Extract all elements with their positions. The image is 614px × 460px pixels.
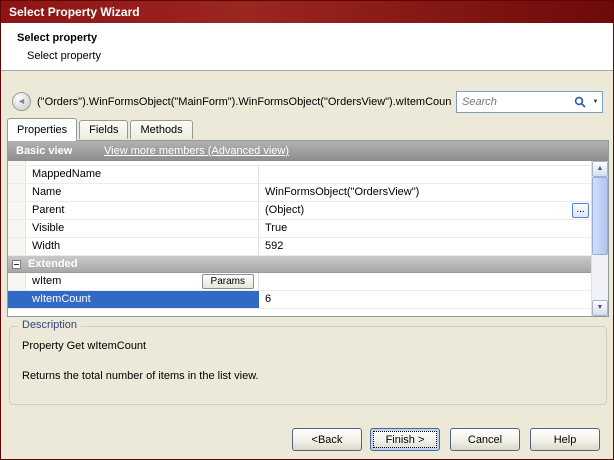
tab-properties-label: Properties — [17, 124, 67, 136]
member-tabs: Properties Fields Methods — [7, 118, 193, 141]
group-row-extended[interactable]: Extended — [8, 256, 591, 273]
row-gutter — [8, 238, 26, 255]
page-title: Select property — [17, 32, 97, 44]
group-label: Extended — [28, 258, 78, 270]
parent-value-text: (Object) — [265, 204, 304, 216]
scroll-up-icon[interactable]: ▲ — [592, 161, 608, 177]
search-dropdown-icon[interactable]: ▼ — [589, 92, 602, 112]
row-gutter — [8, 184, 26, 201]
property-name: Name — [26, 184, 259, 201]
property-value: WinFormsObject("OrdersView") — [259, 184, 591, 201]
vertical-scrollbar[interactable]: ▲ ▼ — [591, 161, 608, 316]
description-legend: Description — [18, 319, 81, 331]
search-input[interactable] — [457, 96, 571, 108]
back-arrow-icon[interactable]: ◄ — [12, 92, 31, 111]
property-name: Visible — [26, 220, 259, 237]
description-text: Returns the total number of items in the… — [22, 370, 259, 382]
help-button[interactable]: Help — [530, 428, 600, 451]
row-gutter — [8, 161, 26, 165]
property-value: 592 — [259, 238, 591, 255]
tab-properties[interactable]: Properties — [7, 118, 77, 141]
row-gutter — [8, 166, 26, 183]
cancel-button[interactable]: Cancel — [450, 428, 520, 451]
ellipsis-button[interactable]: ... — [572, 203, 589, 218]
property-name: wItemCount — [26, 291, 259, 308]
search-icon[interactable] — [571, 92, 589, 112]
row-gutter — [8, 273, 26, 290]
property-name: Width — [26, 238, 259, 255]
row-gutter — [8, 220, 26, 237]
collapse-icon[interactable] — [12, 260, 21, 269]
back-arrow-glyph: ◄ — [17, 96, 26, 106]
table-row-visible[interactable]: Visible True — [8, 220, 591, 238]
table-row-mappedname[interactable]: MappedName — [8, 166, 591, 184]
witem-name-text: wItem — [32, 275, 61, 287]
property-value[interactable]: 6 — [259, 291, 591, 308]
view-mode-label: Basic view — [16, 141, 72, 161]
members-panel: Basic view View more members (Advanced v… — [7, 140, 609, 317]
property-value — [259, 273, 591, 290]
finish-button[interactable]: Finish > — [370, 428, 440, 451]
property-name: MappedName — [26, 166, 259, 183]
property-name: Parent — [26, 202, 259, 219]
select-property-wizard-dialog: Select Property Wizard Select property S… — [0, 0, 614, 460]
description-groupbox: Description Property Get wItemCount Retu… — [9, 326, 607, 405]
table-row-witemcount[interactable]: wItemCount 6 — [8, 291, 591, 309]
property-value — [259, 166, 591, 183]
title-bar[interactable]: Select Property Wizard — [1, 1, 613, 23]
params-button[interactable]: Params — [202, 274, 254, 289]
description-signature: Property Get wItemCount — [22, 340, 146, 352]
table-row-witem[interactable]: wItem Params — [8, 273, 591, 291]
view-header-bar: Basic view View more members (Advanced v… — [8, 141, 608, 161]
object-expression: ("Orders").WinFormsObject("MainForm").Wi… — [37, 96, 451, 108]
row-gutter — [8, 202, 26, 219]
property-grid: MappedName Name WinFormsObject("OrdersVi… — [8, 161, 591, 316]
tab-methods-label: Methods — [140, 124, 182, 136]
back-button[interactable]: <Back — [292, 428, 362, 451]
table-row-width[interactable]: Width 592 — [8, 238, 591, 256]
table-row-name[interactable]: Name WinFormsObject("OrdersView") — [8, 184, 591, 202]
scroll-down-icon[interactable]: ▼ — [592, 300, 608, 316]
row-gutter — [8, 291, 26, 308]
tab-fields-label: Fields — [89, 124, 118, 136]
advanced-view-link[interactable]: View more members (Advanced view) — [104, 141, 289, 161]
table-row-parent[interactable]: Parent (Object) ... — [8, 202, 591, 220]
wizard-header: Select property Select property — [1, 23, 613, 71]
page-subtitle: Select property — [27, 50, 101, 62]
window-title: Select Property Wizard — [9, 5, 140, 19]
tab-methods[interactable]: Methods — [130, 120, 192, 139]
tab-fields[interactable]: Fields — [79, 120, 128, 139]
property-name: wItem Params — [26, 273, 259, 290]
property-value: (Object) ... — [259, 202, 591, 219]
search-box: ▼ — [456, 91, 603, 113]
property-value: True — [259, 220, 591, 237]
scrollbar-thumb[interactable] — [592, 177, 608, 255]
